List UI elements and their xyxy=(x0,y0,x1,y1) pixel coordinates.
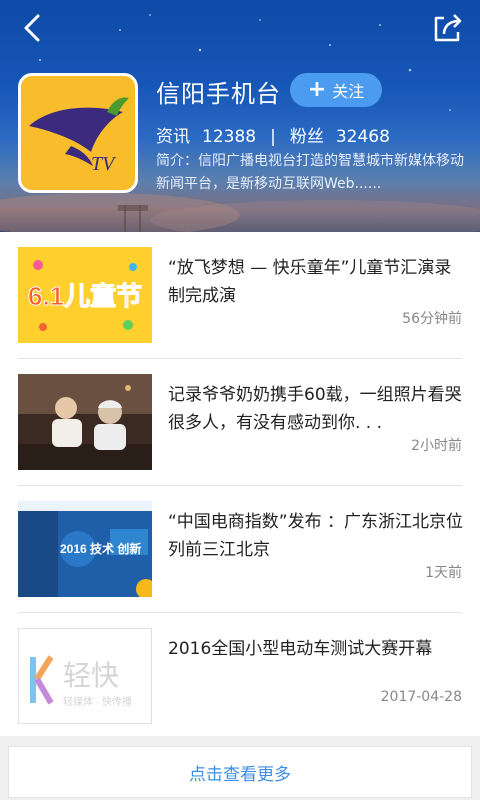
fans-count: 32468 xyxy=(335,127,390,147)
stats-separator: | xyxy=(270,127,276,147)
logo-tv-text: TV xyxy=(91,153,117,175)
fans-label: 粉丝 xyxy=(289,127,324,147)
article-title: 2016全国小型电动车测试大赛开幕 xyxy=(168,639,433,659)
channel-name: 信阳手机台 xyxy=(156,80,281,108)
bottom-bar: 点击查看更多 xyxy=(0,736,480,800)
article-time: 56分钟前 xyxy=(402,311,462,327)
back-button[interactable] xyxy=(14,8,54,44)
list-item[interactable]: 2016 技术 创新 “中国电商指数”发布 ：广东浙江北京位列前三江北京 1天前 xyxy=(0,486,480,613)
article-thumbnail: 6.1儿童节 xyxy=(18,247,152,343)
thumb-text: 6.1儿童节 xyxy=(28,281,142,311)
article-title: “放飞梦想 — 快乐童年”儿童节汇演录制完成演 xyxy=(168,258,452,306)
article-thumbnail: 2016 技术 创新 xyxy=(18,501,152,597)
articles-label: 资讯 xyxy=(156,127,190,147)
follow-label: 关注 xyxy=(332,82,365,101)
article-time: 1天前 xyxy=(425,565,462,581)
share-button[interactable] xyxy=(426,8,466,44)
article-title: 记录爷爷奶奶携手60载，一组照片看哭很多人，有没有感动到你. . . xyxy=(168,385,462,433)
share-icon xyxy=(434,14,462,42)
thumb-text: 轻快 xyxy=(63,660,119,691)
article-time: 2017-04-28 xyxy=(380,689,462,705)
thumb-subtext: 轻媒体 · 快传播 xyxy=(63,695,132,708)
thumb-text: 2016 技术 创新 xyxy=(60,541,141,556)
plus-icon: + xyxy=(307,77,327,102)
articles-count: 12388 xyxy=(202,127,257,147)
follow-button[interactable]: + 关注 xyxy=(290,73,382,107)
load-more-button[interactable]: 点击查看更多 xyxy=(8,746,472,798)
channel-header: TV 信阳手机台 + 关注 资讯 12388 | 粉丝 32468 简介：信阳广播电视台… xyxy=(0,0,480,232)
back-chevron-icon xyxy=(24,14,40,42)
list-item[interactable]: 6.1儿童节 “放飞梦想 — 快乐童年”儿童节汇演录制完成演 56分钟前 xyxy=(0,232,480,359)
channel-stats: 资讯 12388 | 粉丝 32468 xyxy=(156,122,390,147)
article-thumbnail: 轻快 轻媒体 · 快传播 xyxy=(18,628,152,724)
article-title: “中国电商指数”发布 ：广东浙江北京位列前三江北京 xyxy=(168,512,464,560)
article-thumbnail xyxy=(18,374,152,470)
list-item[interactable]: 轻快 轻媒体 · 快传播 2016全国小型电动车测试大赛开幕 2017-04-2… xyxy=(0,613,480,740)
article-list: 6.1儿童节 “放飞梦想 — 快乐童年”儿童节汇演录制完成演 56分钟前 记录爷… xyxy=(0,232,480,740)
list-item[interactable]: 记录爷爷奶奶携手60载，一组照片看哭很多人，有没有感动到你. . . 2小时前 xyxy=(0,359,480,486)
channel-logo: TV xyxy=(18,73,138,193)
article-time: 2小时前 xyxy=(411,438,462,454)
channel-logo-bird-icon: TV xyxy=(29,97,129,175)
channel-intro: 简介：信阳广播电视台打造的智慧城市新媒体移动新闻平台，是新移动互联网Web...… xyxy=(156,153,464,192)
